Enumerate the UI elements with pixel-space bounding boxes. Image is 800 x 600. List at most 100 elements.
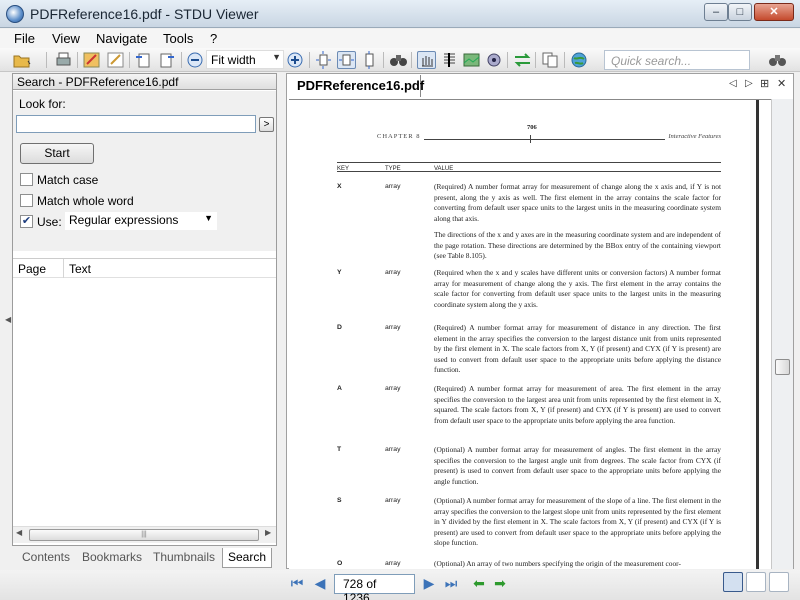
actual-size-icon[interactable] xyxy=(360,51,379,69)
grid-view-icon[interactable] xyxy=(769,572,789,592)
use-checkbox[interactable]: ✔ xyxy=(20,215,33,228)
results-header: Page Text xyxy=(13,258,276,278)
document-tab[interactable]: PDFReference16.pdf xyxy=(291,75,424,97)
table-row-value: (Optional) A number format array for mea… xyxy=(434,445,721,486)
previous-page-icon[interactable]: ◀ xyxy=(311,574,329,592)
start-button[interactable]: Start xyxy=(20,143,94,164)
menu-file[interactable]: File xyxy=(14,31,35,46)
maximize-button[interactable]: □ xyxy=(728,3,752,21)
prev-document-icon[interactable]: ◁ xyxy=(729,78,737,89)
menu-view[interactable]: View xyxy=(52,31,80,46)
search-panel: Search - PDFReference16.pdf Look for: > … xyxy=(12,73,277,569)
export-text-icon[interactable] xyxy=(106,51,125,69)
column-page[interactable]: Page xyxy=(18,262,46,276)
table-row-type: array xyxy=(385,497,401,504)
match-whole-word-checkbox[interactable] xyxy=(20,194,33,207)
checkmark-icon: ✔ xyxy=(21,215,32,227)
table-row-type: array xyxy=(385,446,401,453)
zoom-select[interactable]: Fit width ▼ xyxy=(206,50,284,69)
table-row-type: array xyxy=(385,385,401,392)
quick-search-binoculars-icon[interactable] xyxy=(768,51,787,69)
table-row-type: array xyxy=(385,560,401,567)
column-text[interactable]: Text xyxy=(69,262,91,276)
table-row-key: O xyxy=(337,560,343,567)
back-icon[interactable]: ⬅ xyxy=(470,574,488,592)
search-form: Look for: > Start Match case Match whole… xyxy=(13,91,276,251)
table-row-type: array xyxy=(385,324,401,331)
zoom-value: Fit width xyxy=(211,53,256,67)
menu-help[interactable]: ? xyxy=(210,31,217,46)
zoom-in-icon[interactable] xyxy=(286,51,305,69)
copy-pages-icon[interactable] xyxy=(541,51,560,69)
title-bar: PDFReference16.pdf - STDU Viewer – □ ✕ xyxy=(0,0,800,28)
export-image-icon[interactable] xyxy=(82,51,101,69)
minimize-button[interactable]: – xyxy=(704,3,728,21)
table-row-type: array xyxy=(385,269,401,276)
column-value: VALUE xyxy=(434,166,454,172)
next-page-icon[interactable]: ▶ xyxy=(420,574,438,592)
table-row-value-extra: The directions of the x and y axes are i… xyxy=(434,230,721,261)
select-text-icon[interactable] xyxy=(440,51,459,69)
panel-title: Search - PDFReference16.pdf xyxy=(13,74,276,90)
snapshot-icon[interactable] xyxy=(485,51,504,69)
table-row-value: (Required when the x and y scales have d… xyxy=(434,268,721,309)
document-vertical-scrollbar[interactable] xyxy=(771,99,793,569)
hand-tool-icon[interactable] xyxy=(417,51,436,69)
menu-tools[interactable]: Tools xyxy=(163,31,193,46)
tab-contents[interactable]: Contents xyxy=(16,548,76,568)
panel-tabs: Contents Bookmarks Thumbnails Search xyxy=(12,545,277,569)
next-document-icon[interactable]: ▷ xyxy=(745,78,753,89)
find-binoculars-icon[interactable] xyxy=(389,51,408,69)
forward-icon[interactable]: ➡ xyxy=(491,574,509,592)
sync-arrows-icon[interactable] xyxy=(513,51,532,69)
menu-navigate[interactable]: Navigate xyxy=(96,31,147,46)
last-page-icon[interactable]: ⏭ xyxy=(442,574,460,592)
page-number-field[interactable]: 728 of 1236 xyxy=(334,574,415,600)
first-page-icon[interactable]: ⏮ xyxy=(288,574,306,592)
results-horizontal-scrollbar[interactable]: ◀ ||| ▶ xyxy=(13,526,276,543)
match-case-label: Match case xyxy=(37,173,99,187)
column-key: KEY xyxy=(337,166,350,172)
scrollbar-thumb[interactable]: ||| xyxy=(29,529,259,541)
chevron-down-icon: ▼ xyxy=(272,52,281,62)
document-viewport[interactable]: CHAPTER 8 706 Interactive Features KEY T… xyxy=(289,99,771,569)
match-case-checkbox[interactable] xyxy=(20,173,33,186)
look-for-input[interactable] xyxy=(16,115,256,133)
table-row-value: (Required) A number format array for mea… xyxy=(434,384,721,425)
table-row-value: (Optional) An array of two numbers speci… xyxy=(434,559,681,568)
column-type: TYPE xyxy=(385,166,401,172)
status-bar: ⏮ ◀ 728 of 1236 ▶ ⏭ ⬅ ➡ xyxy=(0,570,800,600)
page-number: 706 xyxy=(527,124,537,131)
table-row-key: Y xyxy=(337,269,342,276)
table-row-type: array xyxy=(385,183,401,190)
tab-bookmarks[interactable]: Bookmarks xyxy=(78,548,146,568)
panel-collapse-icon[interactable]: ◀ xyxy=(5,315,11,324)
tab-search[interactable]: Search xyxy=(222,548,272,568)
scroll-right-icon[interactable]: ▶ xyxy=(265,528,271,537)
close-button[interactable]: ✕ xyxy=(754,3,794,21)
close-document-icon[interactable]: ✕ xyxy=(777,77,786,90)
print-icon[interactable] xyxy=(54,51,73,69)
use-label: Use: xyxy=(37,215,62,229)
search-mode-select[interactable]: Regular expressions ▼ xyxy=(65,212,217,230)
fit-width-icon[interactable] xyxy=(337,51,356,69)
tab-thumbnails[interactable]: Thumbnails xyxy=(148,548,220,568)
table-row-key: D xyxy=(337,324,342,331)
rotate-left-icon[interactable] xyxy=(134,51,153,69)
look-for-label: Look for: xyxy=(19,97,66,111)
section-label: Interactive Features xyxy=(665,132,721,143)
select-image-icon[interactable] xyxy=(462,51,481,69)
document-list-icon[interactable]: ⊞ xyxy=(760,77,769,90)
open-folder-icon[interactable] xyxy=(12,51,31,69)
quick-search-input[interactable]: Quick search... xyxy=(604,50,750,70)
scroll-left-icon[interactable]: ◀ xyxy=(16,528,22,537)
page-header: CHAPTER 8 706 Interactive Features xyxy=(337,124,721,143)
rotate-right-icon[interactable] xyxy=(157,51,176,69)
search-go-button[interactable]: > xyxy=(259,117,274,132)
web-globe-icon[interactable] xyxy=(570,51,589,69)
single-page-view-icon[interactable] xyxy=(723,572,743,592)
scrollbar-thumb[interactable] xyxy=(775,359,790,375)
zoom-out-icon[interactable] xyxy=(186,51,205,69)
two-page-view-icon[interactable] xyxy=(746,572,766,592)
fit-page-icon[interactable] xyxy=(314,51,333,69)
